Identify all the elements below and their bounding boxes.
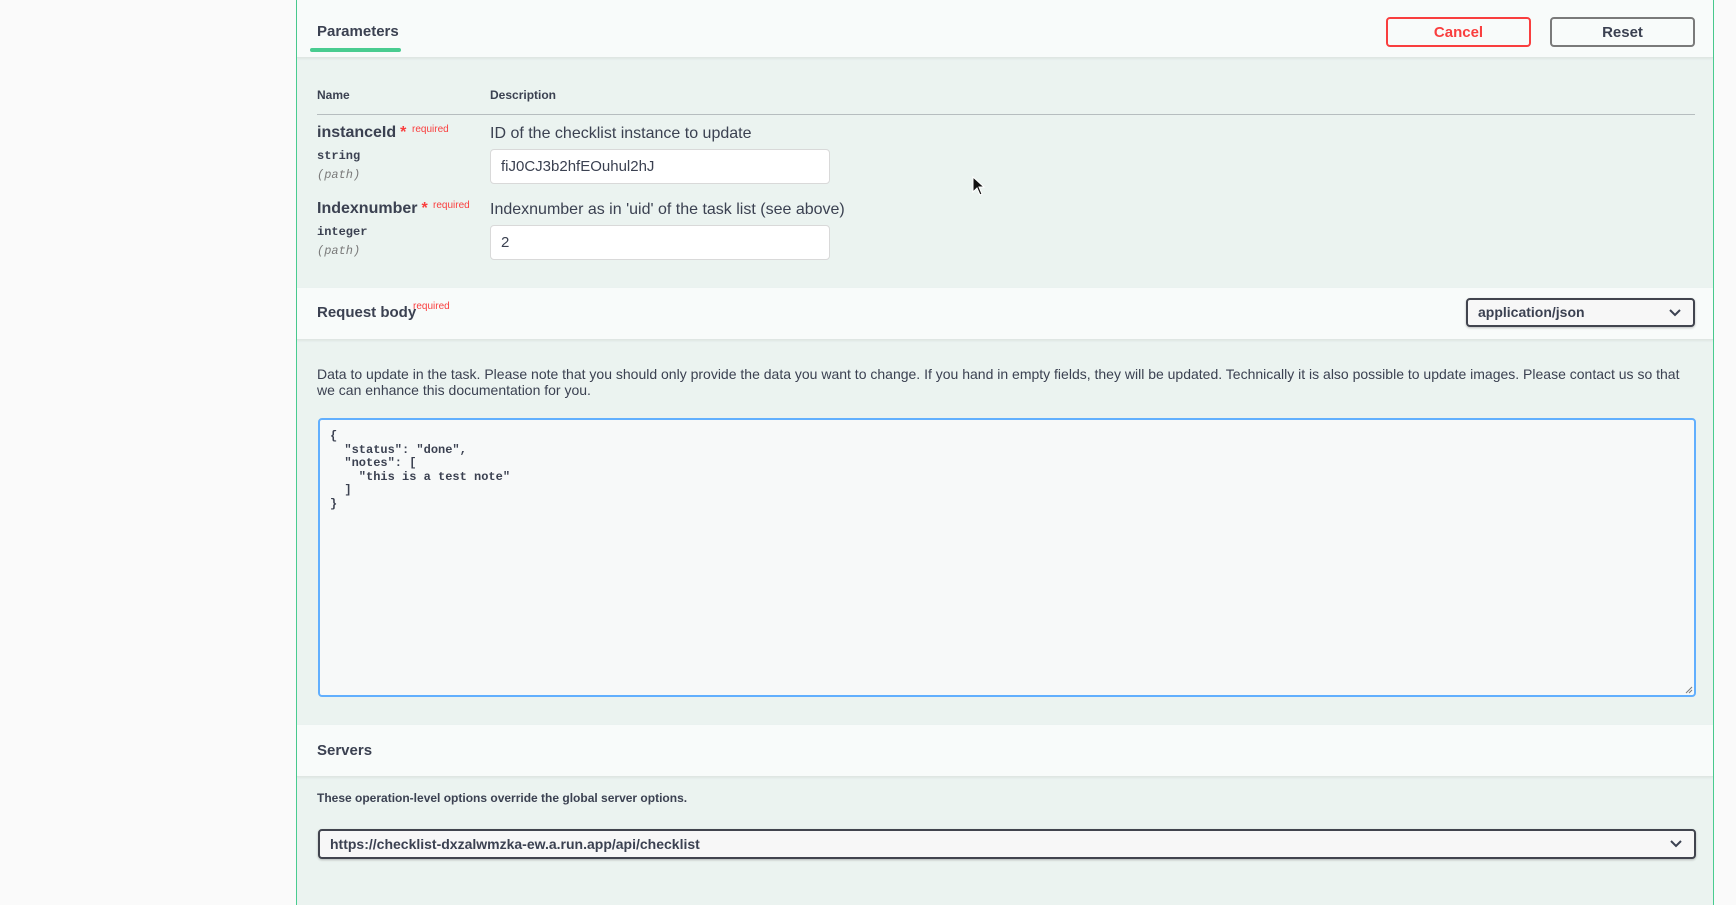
required-tag: required [413,301,450,312]
reset-button[interactable]: Reset [1550,17,1695,47]
required-tag: required [433,200,470,211]
content-type-select[interactable]: application/json [1466,298,1695,327]
request-body-title: Request body [317,304,417,321]
server-url-value: https://checklist-dxzalwmzka-ew.a.run.ap… [330,836,700,852]
servers-title: Servers [317,742,373,759]
chevron-down-icon [1669,308,1681,316]
tab-parameters[interactable]: Parameters [317,23,399,40]
param-type: string [317,149,361,163]
content-type-value: application/json [1478,304,1585,320]
table-header-divider [317,114,1695,115]
param-location: (path) [317,244,361,258]
param-name-indexnumber: Indexnumber * [317,200,428,218]
cancel-button[interactable]: Cancel [1386,17,1531,47]
param-description: ID of the checklist instance to update [490,125,752,142]
servers-description: These operation-level options override t… [317,791,688,805]
required-asterisk: * [400,124,407,141]
param-type: integer [317,225,368,239]
column-header-name: Name [317,88,350,102]
parameters-header: Parameters Cancel Reset [297,0,1713,58]
indexnumber-input[interactable] [490,225,830,260]
required-asterisk: * [421,200,428,217]
required-tag: required [412,124,449,135]
param-location: (path) [317,168,361,182]
servers-header: Servers [297,725,1713,777]
chevron-down-icon [1670,840,1682,848]
resize-handle-icon[interactable] [1683,684,1693,694]
param-description: Indexnumber as in 'uid' of the task list… [490,201,845,218]
tab-active-indicator [310,48,401,52]
param-name-text: Indexnumber [317,200,418,217]
param-name-instanceid: instanceId * [317,124,406,142]
instanceid-input[interactable] [490,149,830,184]
request-body-description: Data to update in the task. Please note … [317,366,1680,398]
column-header-description: Description [490,88,557,102]
request-body-header: Request body required application/json [297,288,1713,340]
server-select[interactable]: https://checklist-dxzalwmzka-ew.a.run.ap… [318,829,1696,859]
request-body-editor[interactable]: { "status": "done", "notes": [ "this is … [318,418,1696,697]
pointer-cursor-icon [972,176,986,196]
operation-panel: Parameters Cancel Reset Name Description… [296,0,1714,905]
param-name-text: instanceId [317,124,397,141]
